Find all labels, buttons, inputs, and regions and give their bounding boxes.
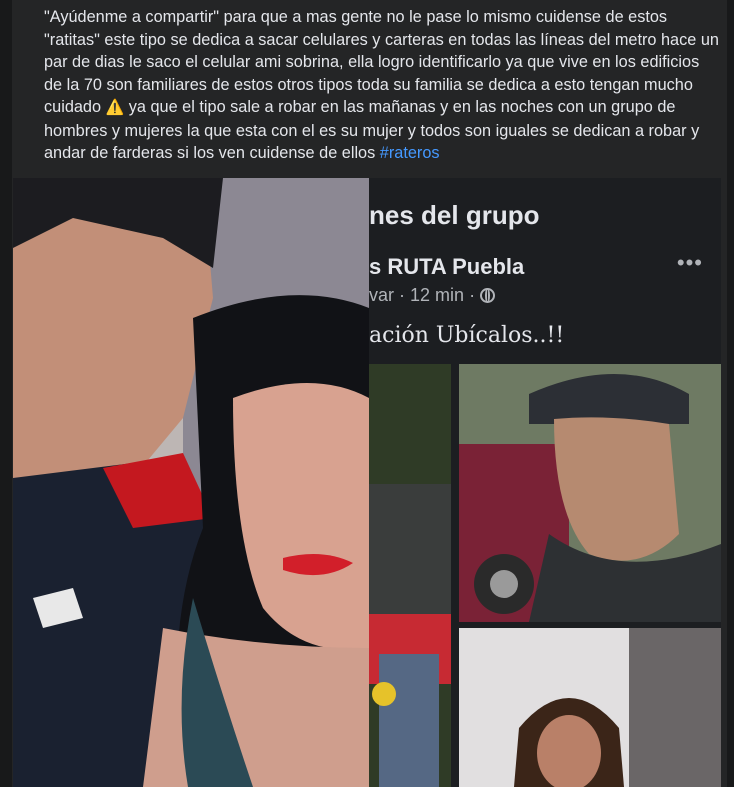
embedded-author-fragment: var xyxy=(369,285,395,305)
post-text: "Ayúdenme a compartir" para que a mas ge… xyxy=(44,6,720,165)
embedded-time: 12 min xyxy=(410,285,465,305)
thumbnail-bottom xyxy=(459,628,721,787)
thumbnail-left xyxy=(369,364,451,787)
hashtag-link[interactable]: #rateros xyxy=(380,144,440,162)
couple-photo-illustration xyxy=(13,178,369,787)
meta-separator: · xyxy=(469,285,481,305)
embedded-section-title: nes del grupo xyxy=(369,200,540,230)
embedded-meta: var · 12 min · xyxy=(369,285,496,306)
embedded-caption: ación Ubícalos..!! xyxy=(369,323,565,348)
post-media-grid[interactable]: nes del grupo s RUTA Puebla ••• var · 12… xyxy=(13,178,721,787)
thumbnail-video[interactable] xyxy=(459,364,721,622)
more-options-icon: ••• xyxy=(676,250,703,275)
embedded-group-name: s RUTA Puebla xyxy=(369,254,525,279)
photo-couple[interactable] xyxy=(13,178,369,787)
meta-separator: · xyxy=(399,285,411,305)
embedded-post-screenshot[interactable]: nes del grupo s RUTA Puebla ••• var · 12… xyxy=(369,178,721,787)
post-text-after: ya que el tipo sale a robar en las mañan… xyxy=(44,98,700,162)
globe-icon xyxy=(480,288,496,303)
warning-icon: ⚠️ xyxy=(105,99,125,116)
